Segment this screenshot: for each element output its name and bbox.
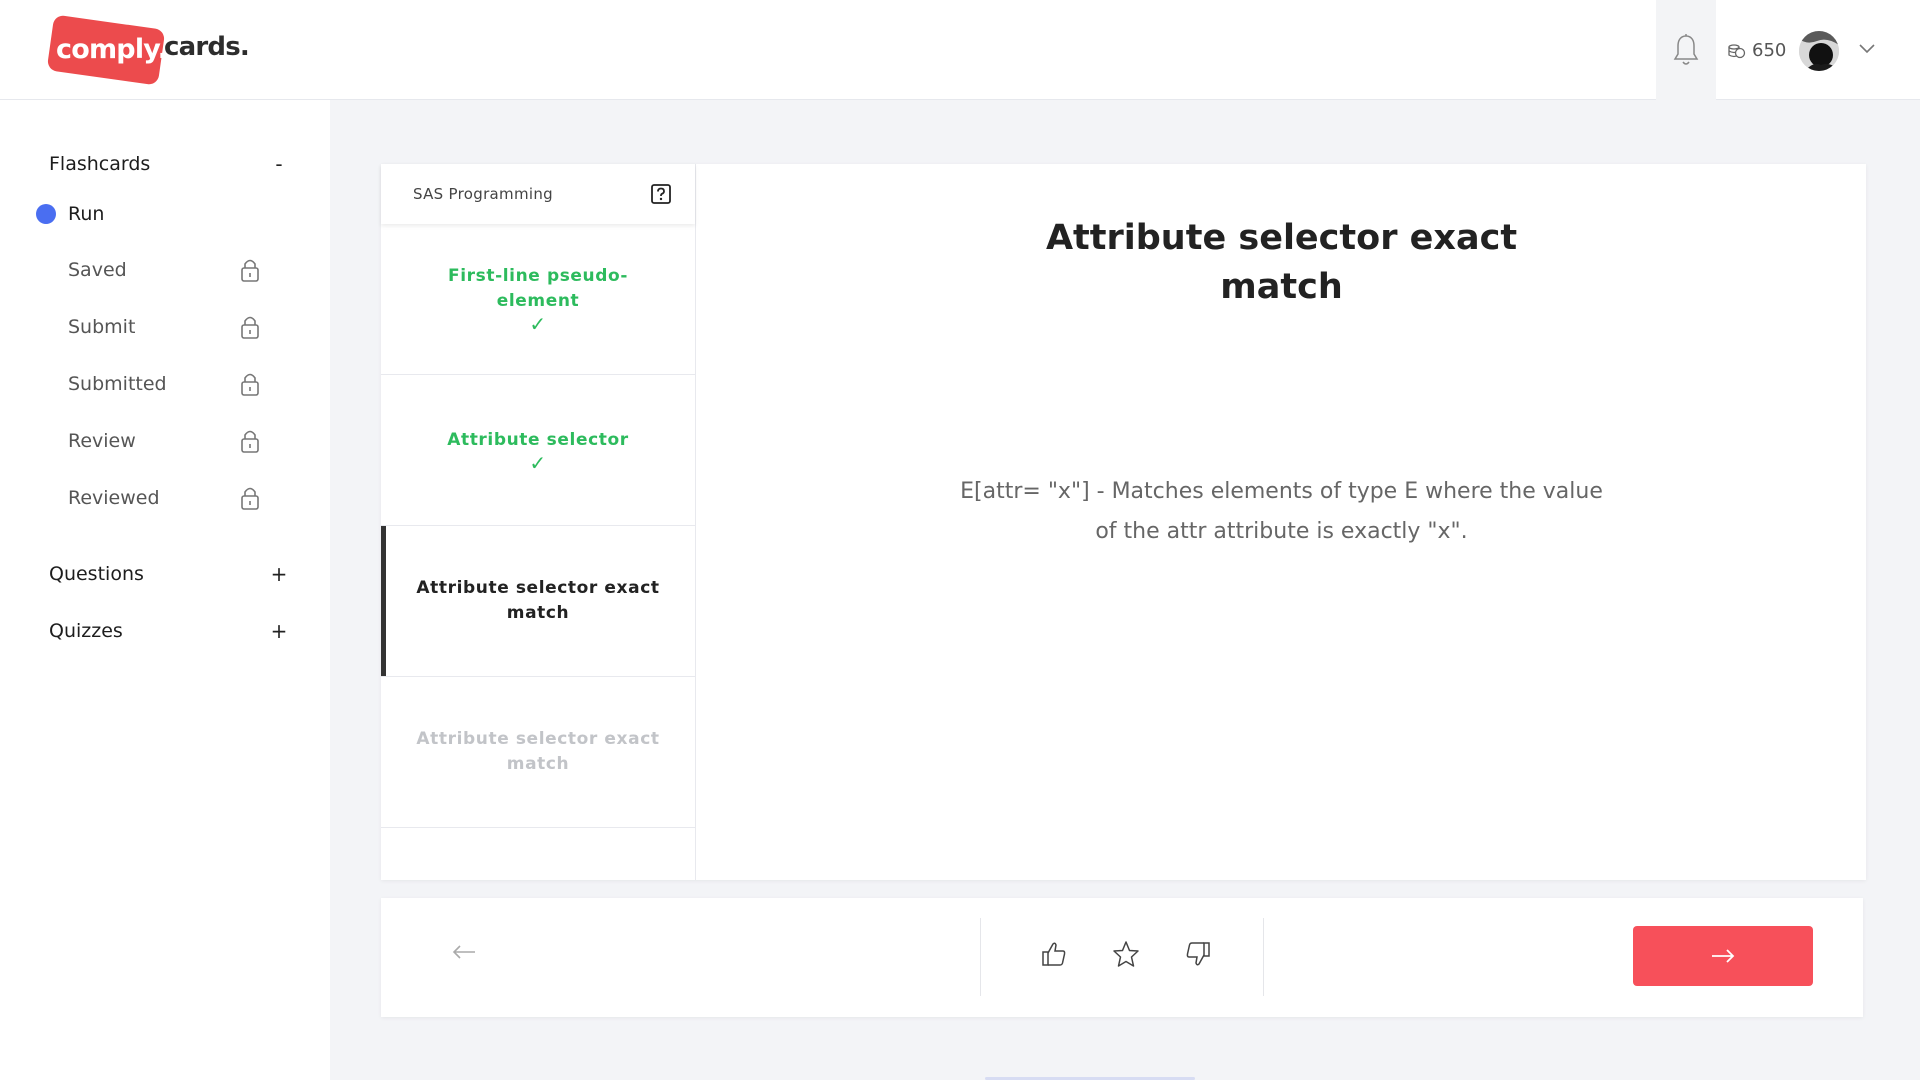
expand-toggle[interactable]: + — [269, 619, 289, 643]
card-item-label: Attribute selector exact match — [416, 578, 660, 623]
card-body: E[attr= "x"] - Matches elements of type … — [960, 479, 1603, 544]
avatar-image — [1799, 31, 1839, 71]
logo[interactable]: comply. cards. — [46, 14, 250, 86]
sidebar-item-label: Saved — [68, 259, 127, 281]
sidebar-item-reviewed[interactable]: Reviewed — [68, 485, 260, 511]
flashcard-content: Attribute selector exact match E[attr= "… — [697, 164, 1866, 880]
card-list: SAS Programming First-line pseudo-elemen… — [381, 164, 696, 880]
active-dot-icon — [36, 204, 56, 224]
thumbs-down-icon[interactable] — [1185, 940, 1211, 968]
sidebar-section-questions[interactable]: Questions + — [49, 562, 289, 586]
sidebar-item-run[interactable]: Run — [36, 203, 104, 225]
next-arrow-icon — [1712, 949, 1735, 963]
bell-icon — [1673, 34, 1699, 65]
sidebar-section-label: Flashcards — [49, 153, 151, 175]
lock-icon — [241, 316, 259, 339]
divider — [1263, 918, 1264, 996]
help-icon[interactable] — [651, 184, 671, 204]
card-list-item-active[interactable]: Attribute selector exact match — [381, 526, 695, 677]
coins-icon — [1728, 43, 1746, 58]
star-icon[interactable] — [1112, 940, 1140, 968]
flashcard-panel: SAS Programming First-line pseudo-elemen… — [381, 164, 1866, 880]
sidebar-section-label: Quizzes — [49, 620, 123, 642]
sidebar-item-review[interactable]: Review — [68, 428, 260, 454]
card-item-label: Attribute selector exact match — [416, 729, 660, 774]
card-title: Attribute selector exact match — [1045, 218, 1518, 307]
logo-main-text: comply. — [56, 34, 168, 65]
sidebar-item-saved[interactable]: Saved — [68, 257, 260, 283]
lock-icon — [241, 259, 259, 282]
expand-toggle[interactable]: + — [269, 562, 289, 586]
next-card-button[interactable] — [1633, 926, 1813, 986]
deck-title: SAS Programming — [413, 185, 553, 203]
card-list-item[interactable]: First-line pseudo-element ✓ — [381, 224, 695, 375]
card-list-item[interactable]: Attribute selector ✓ — [381, 375, 695, 526]
top-header: comply. cards. 650 — [0, 0, 1920, 100]
sidebar-section-label: Questions — [49, 563, 144, 585]
check-icon: ✓ — [529, 450, 547, 475]
thumbs-up-icon[interactable] — [1041, 940, 1067, 968]
user-avatar[interactable] — [1799, 31, 1839, 71]
coin-count: 650 — [1752, 40, 1787, 61]
logo-sub-text: cards. — [164, 32, 250, 62]
sidebar-item-label: Review — [68, 430, 136, 452]
chevron-down-icon[interactable] — [1858, 42, 1876, 54]
sidebar-item-submitted[interactable]: Submitted — [68, 371, 260, 397]
card-item-label: Attribute selector — [447, 429, 629, 450]
sidebar-item-label: Submitted — [68, 373, 167, 395]
sidebar-section-quizzes[interactable]: Quizzes + — [49, 619, 289, 643]
sidebar-section-flashcards[interactable]: Flashcards - — [49, 152, 289, 176]
notifications-button[interactable] — [1656, 0, 1716, 100]
coin-balance: 650 — [1728, 40, 1786, 61]
card-list-item[interactable]: Attribute selector exact match — [381, 677, 695, 828]
check-icon: ✓ — [529, 312, 547, 336]
lock-icon — [241, 487, 259, 510]
sidebar-item-label: Run — [68, 203, 105, 225]
sidebar-item-label: Reviewed — [68, 487, 160, 509]
sidebar-item-submit[interactable]: Submit — [68, 314, 260, 340]
sidebar-item-label: Submit — [68, 316, 136, 338]
deck-header: SAS Programming — [381, 164, 695, 224]
collapse-toggle[interactable]: - — [269, 152, 289, 176]
card-item-label: First-line pseudo-element — [448, 266, 628, 311]
card-controls — [381, 898, 1863, 1017]
lock-icon — [241, 430, 259, 453]
previous-arrow-icon[interactable] — [451, 942, 477, 962]
lock-icon — [241, 373, 259, 396]
sidebar — [0, 100, 330, 1080]
divider — [980, 918, 981, 996]
